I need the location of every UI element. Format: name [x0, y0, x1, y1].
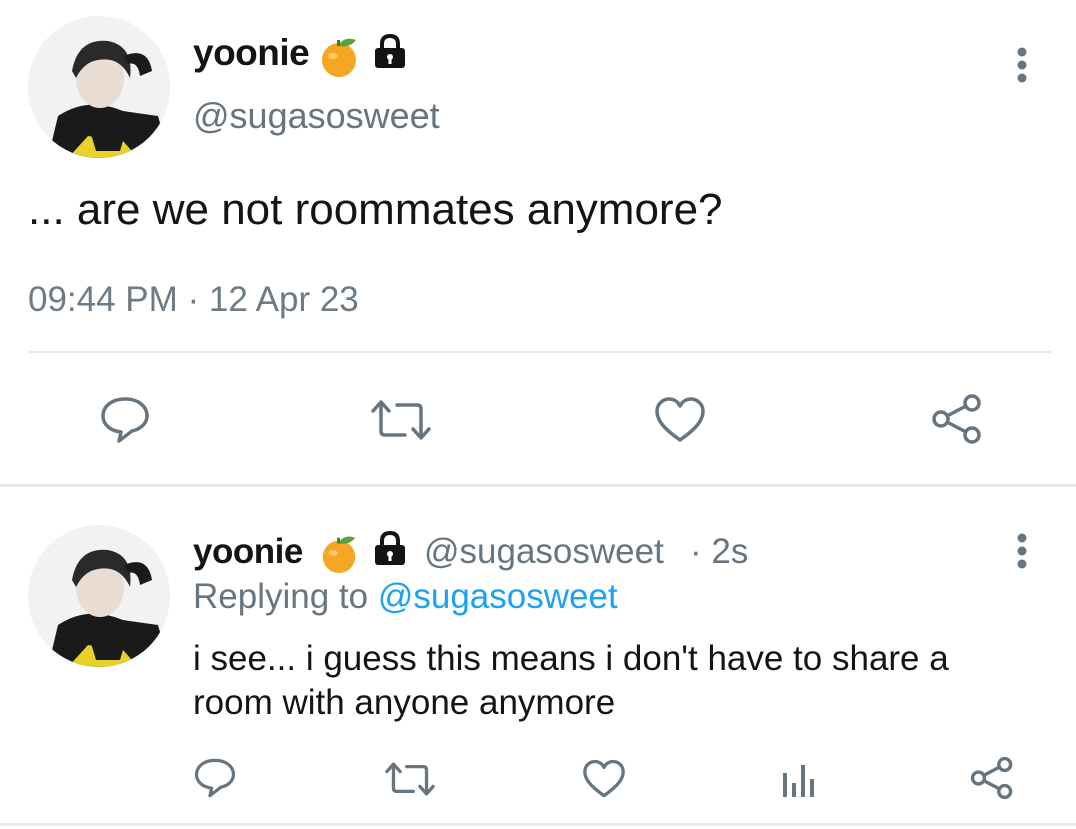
- reply-text-line: room with anyone anymore: [193, 683, 616, 722]
- replying-to-label: Replying to: [193, 577, 369, 616]
- divider: [0, 484, 1076, 487]
- reply-icon[interactable]: [99, 395, 151, 445]
- handle[interactable]: @sugasosweet: [193, 95, 440, 137]
- replying-to-handle-link[interactable]: @sugasosweet: [378, 577, 618, 616]
- reply-text-line: i see... i guess this means i don't have…: [193, 639, 949, 678]
- like-icon[interactable]: [581, 759, 627, 799]
- retweet-icon[interactable]: [383, 760, 437, 798]
- analytics-icon[interactable]: [780, 759, 816, 799]
- share-icon[interactable]: [969, 756, 1015, 800]
- reply-avatar[interactable]: [28, 525, 170, 667]
- display-name[interactable]: yoonie: [193, 32, 310, 74]
- share-icon[interactable]: [930, 393, 984, 445]
- lock-icon: [371, 530, 409, 573]
- reply-icon[interactable]: [193, 757, 237, 799]
- like-icon[interactable]: [653, 396, 707, 444]
- timestamp[interactable]: 09:44 PM · 12 Apr 23: [28, 280, 359, 320]
- replying-to: Replying to @sugasosweet: [193, 577, 618, 617]
- reply-handle[interactable]: @sugasosweet: [424, 532, 664, 572]
- reply-more-options-icon[interactable]: [1013, 532, 1031, 572]
- retweet-icon[interactable]: [369, 397, 433, 443]
- tangerine-emoji: [317, 532, 361, 579]
- divider: [0, 823, 1076, 826]
- avatar[interactable]: [28, 16, 170, 158]
- reply-display-name[interactable]: yoonie: [193, 532, 303, 572]
- reply-text: i see... i guess this means i don't have…: [193, 637, 949, 725]
- reply-time: · 2s: [690, 532, 749, 571]
- more-options-icon[interactable]: [1013, 46, 1031, 86]
- tangerine-emoji: [316, 34, 362, 83]
- tweet-text: ... are we not roommates anymore?: [28, 185, 723, 234]
- lock-icon: [371, 33, 409, 76]
- divider: [28, 351, 1052, 353]
